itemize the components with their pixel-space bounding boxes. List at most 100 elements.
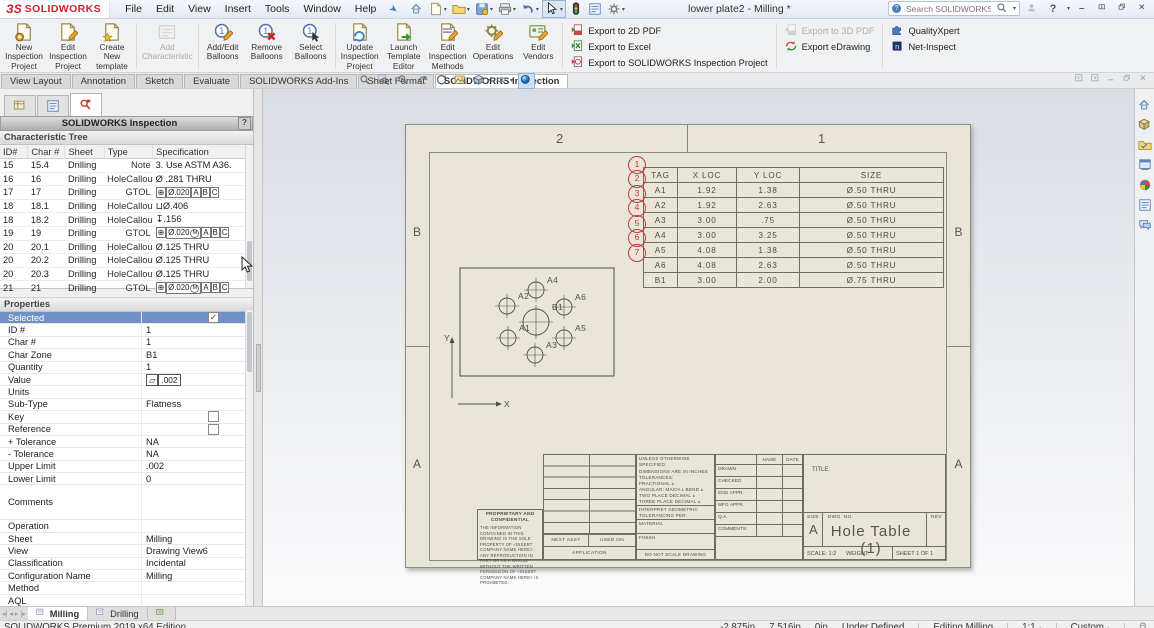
tree-col-sheet[interactable]: Sheet bbox=[65, 145, 104, 159]
selected-checkbox[interactable]: ✓ bbox=[208, 312, 219, 323]
options-icon[interactable]: ▾ bbox=[605, 1, 627, 17]
tree-col-type[interactable]: Type bbox=[104, 145, 152, 159]
tab-view-layout[interactable]: View Layout bbox=[1, 74, 71, 88]
tree-row[interactable]: 2121DrillingGTOL⊕Ø.020MABC bbox=[0, 281, 246, 295]
close-button[interactable] bbox=[1136, 2, 1150, 16]
select-arrow-icon[interactable]: ▾ bbox=[542, 0, 566, 18]
taskpane-home-icon[interactable] bbox=[1137, 97, 1153, 112]
prop-tolerance[interactable]: - ToleranceNA bbox=[0, 448, 253, 460]
units-dropdown[interactable]: Custom▴ bbox=[1071, 622, 1110, 628]
prop-method[interactable]: Method bbox=[0, 582, 253, 594]
pin-icon[interactable]: ➤ bbox=[387, 2, 400, 16]
prop-tolerance[interactable]: + ToleranceNA bbox=[0, 436, 253, 448]
tree-row[interactable]: 2020.1DrillingHoleCalloutØ.125 THRU bbox=[0, 240, 246, 254]
panel-splitter[interactable] bbox=[254, 89, 263, 606]
home-icon[interactable] bbox=[408, 1, 426, 17]
prop-comments[interactable]: Comments bbox=[0, 485, 253, 520]
display-style-icon[interactable]: ▾ bbox=[472, 74, 491, 88]
user-icon[interactable] bbox=[1026, 2, 1040, 16]
help-search[interactable]: ? ▾ bbox=[888, 1, 1020, 16]
tree-col-id[interactable]: ID# bbox=[0, 145, 28, 159]
tab-annotation[interactable]: Annotation bbox=[72, 74, 135, 88]
tags-icon[interactable] bbox=[1139, 622, 1150, 628]
taskpane-forum-icon[interactable] bbox=[1137, 217, 1153, 232]
prop-char[interactable]: Char #1 bbox=[0, 337, 253, 349]
key-checkbox[interactable] bbox=[208, 411, 219, 422]
help-caret-icon[interactable]: ▾ bbox=[1067, 5, 1070, 12]
restore-button[interactable] bbox=[1116, 2, 1130, 16]
taskpane-file-explorer-icon[interactable] bbox=[1137, 157, 1153, 172]
prop-lower-limit[interactable]: Lower Limit0 bbox=[0, 473, 253, 485]
menu-insert[interactable]: Insert bbox=[218, 1, 258, 17]
ribbon-add-edit-balloons[interactable]: 1Add/Edit Balloons bbox=[201, 20, 245, 72]
prop-char-zone[interactable]: Char ZoneB1 bbox=[0, 349, 253, 361]
net-inspect[interactable]: nNet-Inspect bbox=[891, 40, 959, 53]
export-to-solidworks-inspection-project[interactable]: Export to SOLIDWORKS Inspection Project bbox=[571, 56, 767, 69]
tree-row[interactable]: 2020.3DrillingHoleCalloutØ.125 THRU bbox=[0, 267, 246, 281]
prop-id[interactable]: ID #1 bbox=[0, 324, 253, 336]
balloon-7[interactable]: 7 bbox=[628, 244, 646, 262]
ribbon-edit-inspection-project[interactable]: Edit Inspection Project bbox=[46, 20, 90, 72]
ribbon-update-inspection-project[interactable]: Update Inspection Project bbox=[338, 20, 382, 72]
ribbon-edit-operations[interactable]: Edit Operations bbox=[470, 20, 517, 72]
tree-row[interactable]: 1818.2DrillingHoleCallout↧.156 bbox=[0, 213, 246, 227]
search-input[interactable] bbox=[904, 3, 993, 15]
prop-value[interactable]: Value▱.002 bbox=[0, 374, 253, 386]
zoom-in-out-icon[interactable] bbox=[396, 74, 411, 88]
tree-col-char[interactable]: Char # bbox=[28, 145, 65, 159]
ribbon-create-new-template[interactable]: Create New template bbox=[90, 20, 134, 72]
ribbon-remove-balloons[interactable]: 1Remove Balloons bbox=[245, 20, 289, 72]
hide-show-items-icon[interactable]: ▾ bbox=[495, 74, 514, 88]
reference-checkbox[interactable] bbox=[208, 424, 219, 435]
new-doc-icon[interactable]: ▾ bbox=[427, 1, 449, 17]
menu-tools[interactable]: Tools bbox=[258, 1, 297, 17]
menu-file[interactable]: File bbox=[118, 1, 149, 17]
tab-solidworks-add-ins[interactable]: SOLIDWORKS Add-Ins bbox=[240, 74, 357, 88]
prop-quantity[interactable]: Quantity1 bbox=[0, 362, 253, 374]
edit-appearance-icon[interactable] bbox=[453, 74, 468, 88]
graphics-area[interactable]: TAGX LOCY LOCSIZEA11.921.38Ø.50 THRUA21.… bbox=[263, 89, 1134, 606]
menu-edit[interactable]: Edit bbox=[149, 1, 181, 17]
prop-units[interactable]: Units bbox=[0, 386, 253, 398]
tree-row[interactable]: 1818.1DrillingHoleCallout⊔Ø.406 bbox=[0, 199, 246, 213]
panel-tab-featuremanager[interactable] bbox=[4, 95, 36, 116]
tree-row[interactable]: 2020.2DrillingHoleCalloutØ.125 THRU bbox=[0, 254, 246, 268]
prop-sub-type[interactable]: Sub-TypeFlatness bbox=[0, 399, 253, 411]
print-icon[interactable]: ▾ bbox=[496, 1, 518, 17]
doc-restore-icon[interactable] bbox=[1123, 74, 1134, 85]
prop-upper-limit[interactable]: Upper Limit.002 bbox=[0, 461, 253, 473]
first-sheet-icon[interactable]: ◂| bbox=[2, 610, 7, 618]
tree-scrollbar[interactable] bbox=[245, 145, 253, 288]
search-icon[interactable] bbox=[996, 2, 1009, 15]
panel-help-button[interactable]: ? bbox=[238, 117, 251, 130]
tree-row[interactable]: 1515.4DrillingNote3. Use ASTM A36. bbox=[0, 159, 246, 173]
prop-operation[interactable]: Operation bbox=[0, 520, 253, 532]
export-to-2d-pdf[interactable]: Export to 2D PDF bbox=[571, 24, 767, 37]
panel-tab-propertymanager[interactable] bbox=[37, 95, 69, 116]
taskpane-custom-properties-icon[interactable] bbox=[1137, 197, 1153, 212]
prev-sheet-icon[interactable]: ◂ bbox=[9, 610, 13, 618]
sheet-tab-drilling[interactable]: Drilling bbox=[88, 607, 147, 620]
rotate-view-icon[interactable] bbox=[434, 74, 449, 88]
prop-reference[interactable]: Reference bbox=[0, 424, 253, 436]
drawing-sheet[interactable]: TAGX LOCY LOCSIZEA11.921.38Ø.50 THRUA21.… bbox=[405, 124, 971, 568]
tree-row[interactable]: 1919DrillingGTOL⊕Ø.020MABC bbox=[0, 226, 246, 240]
menu-window[interactable]: Window bbox=[296, 1, 347, 17]
taskpane-appearances-icon[interactable] bbox=[1137, 177, 1153, 192]
zoom-to-area-icon[interactable] bbox=[377, 74, 392, 88]
menu-view[interactable]: View bbox=[181, 1, 218, 17]
prop-sheet[interactable]: SheetMilling bbox=[0, 533, 253, 545]
panel-tab-inspection[interactable] bbox=[70, 93, 102, 116]
ribbon-new-inspection-project[interactable]: New Inspection Project bbox=[2, 20, 46, 72]
tree-row[interactable]: 1717DrillingGTOL⊕Ø.020ABC bbox=[0, 186, 246, 200]
export-to-excel[interactable]: Export to Excel bbox=[571, 40, 767, 53]
save-icon[interactable]: ▾ bbox=[473, 1, 495, 17]
minimize-button[interactable] bbox=[1076, 2, 1090, 16]
pan-icon[interactable] bbox=[415, 74, 430, 88]
taskpane-models-icon[interactable] bbox=[1137, 117, 1153, 132]
next-window-icon[interactable] bbox=[1091, 74, 1102, 85]
open-icon[interactable]: ▾ bbox=[450, 1, 472, 17]
view-settings-icon[interactable] bbox=[518, 73, 535, 89]
ribbon-select-balloons[interactable]: 1Select Balloons bbox=[289, 20, 333, 72]
prop-configuration-name[interactable]: Configuration NameMilling bbox=[0, 570, 253, 582]
